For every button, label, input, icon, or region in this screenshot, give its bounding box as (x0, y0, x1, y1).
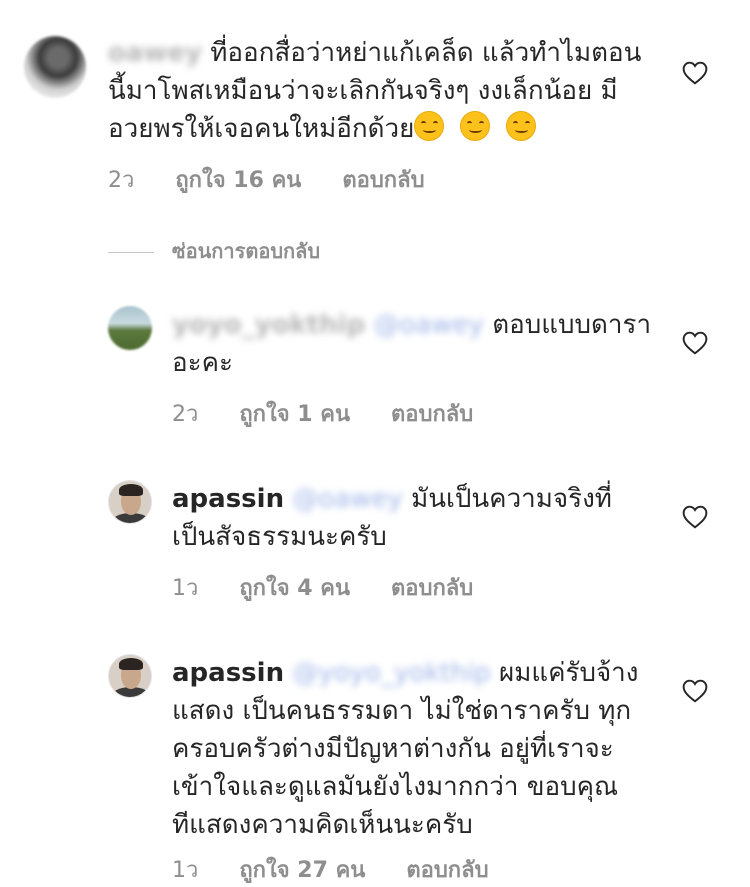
reply-text-line-1: ผมแค่รับจ้าง (498, 658, 639, 688)
reply-likes[interactable]: ถูกใจ 1 คน (239, 402, 350, 427)
comment-text-line-2: นี้มาโพสเหมือนว่าจะเลิกกันจริงๆ งงเล็กน้… (108, 76, 618, 106)
reply-text-line-1: มันเป็นความจริงที่ (411, 484, 612, 514)
avatar-oawey[interactable] (24, 36, 86, 98)
reply-text-line-2: แสดง เป็นคนธรรมดา ไม่ใช่ดาราครับ ทุก (172, 696, 632, 726)
reply-username[interactable]: apassin (172, 658, 284, 688)
reply-text-line-2: อะคะ (172, 348, 233, 378)
reply-button[interactable]: ตอบกลับ (391, 402, 473, 427)
reply-text-line-4: เข้าใจและดูแลมันยังไงมากกว่า ขอบคุณ (172, 772, 619, 802)
reply-meta: 1ว ถูกใจ 27 คน ตอบกลับ (172, 852, 523, 887)
smiling-face-emoji (460, 111, 491, 141)
reply-button[interactable]: ตอบกลับ (391, 576, 473, 601)
reply-button[interactable]: ตอบกลับ (406, 858, 488, 883)
reply-mention[interactable]: @oawey (292, 484, 403, 514)
smiling-face-emoji (414, 111, 445, 141)
comment-meta: 2ว ถูกใจ 16 คน ตอบกลับ (108, 162, 459, 197)
reply-text-line-5: ทีแสดงความคิดเห็นนะครับ (172, 810, 473, 840)
reply-likes[interactable]: ถูกใจ 27 คน (239, 858, 365, 883)
reply-username[interactable]: apassin (172, 484, 284, 514)
comment-text-line-1: ที่ออกสื่อว่าหย่าแก้เคล็ด แล้วทำไมตอน (210, 38, 642, 68)
reply-text: apassin @yoyo_yokthip ผมแค่รับจ้าง แสดง … (172, 654, 652, 844)
comment-likes[interactable]: ถูกใจ 16 คน (175, 168, 301, 193)
avatar-yoyo-yokthip[interactable] (108, 306, 152, 350)
reply-mention[interactable]: @oawey (373, 310, 484, 340)
reply-button[interactable]: ตอบกลับ (342, 168, 424, 193)
reply-text: yoyo_yokthip @oawey ตอบแบบดารา อะคะ (172, 306, 652, 382)
reply-mention[interactable]: @yoyo_yokthip (292, 658, 490, 688)
divider (108, 252, 154, 253)
reply-text-line-1: ตอบแบบดารา (492, 310, 652, 340)
reply-text-line-2: เป็นสัจธรรมนะครับ (172, 522, 387, 552)
avatar-apassin[interactable] (108, 480, 152, 524)
comment-text: oawey ที่ออกสื่อว่าหย่าแก้เคล็ด แล้วทำไม… (108, 34, 668, 148)
reply-text-line-3: ครอบครัวต่างมีปัญหาต่างกัน อยู่ที่เราจะ (172, 734, 614, 764)
reply-meta: 1ว ถูกใจ 4 คน ตอบกลับ (172, 570, 507, 605)
heart-outline-icon[interactable] (682, 679, 708, 703)
reply-username[interactable]: yoyo_yokthip (172, 310, 365, 340)
hide-replies-button[interactable]: ซ่อนการตอบกลับ (108, 235, 320, 267)
comment-text-line-3: อวยพรให้เจอคนใหม่อีกด้วย (108, 114, 415, 144)
reply-time: 1ว (172, 858, 199, 883)
comment-username[interactable]: oawey (108, 38, 202, 68)
reply-meta: 2ว ถูกใจ 1 คน ตอบกลับ (172, 396, 507, 431)
comment-time: 2ว (108, 168, 135, 193)
reply-time: 1ว (172, 576, 199, 601)
heart-outline-icon[interactable] (682, 505, 708, 529)
avatar-apassin[interactable] (108, 654, 152, 698)
hide-replies-label: ซ่อนการตอบกลับ (172, 239, 321, 263)
reply-text: apassin @oawey มันเป็นความจริงที่ เป็นสั… (172, 480, 652, 556)
heart-outline-icon[interactable] (682, 61, 708, 85)
smiling-face-emoji (506, 111, 537, 141)
reply-likes[interactable]: ถูกใจ 4 คน (239, 576, 350, 601)
heart-outline-icon[interactable] (682, 331, 708, 355)
reply-time: 2ว (172, 402, 199, 427)
